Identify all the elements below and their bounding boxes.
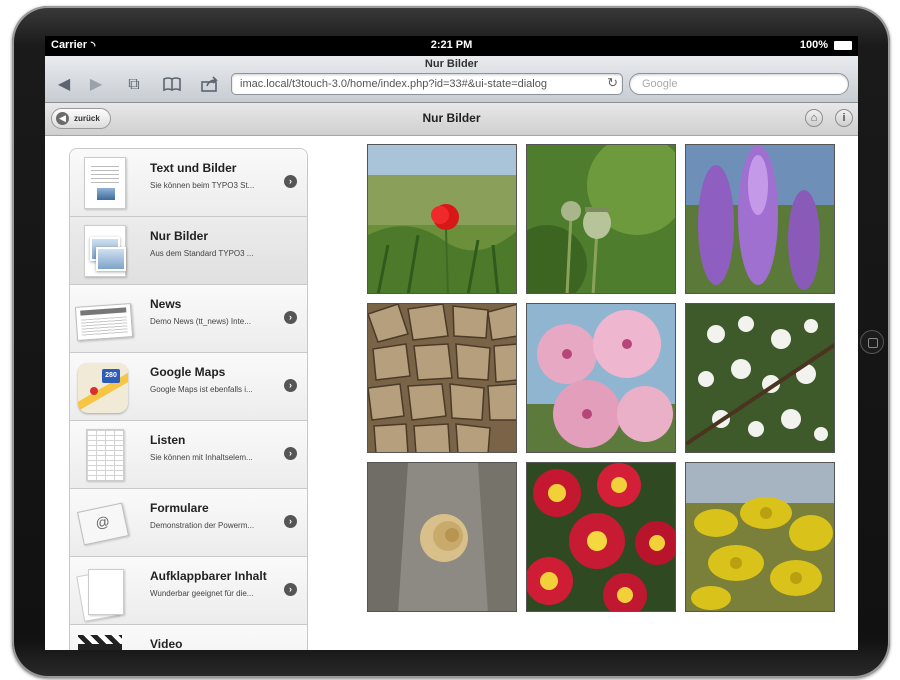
nav-item-title: Google Maps — [150, 365, 226, 379]
share-icon[interactable] — [199, 76, 221, 94]
browser-page-title: Nur Bilder — [424, 58, 479, 70]
nav-item-text-und-bilder[interactable]: Text und Bilder Sie können beim TYPO3 St… — [70, 149, 307, 217]
info-icon[interactable]: i — [835, 109, 853, 127]
nav-item-desc: Aus dem Standard TYPO3 ... — [150, 249, 254, 258]
browser-toolbar: Nur Bilder ◀ ▶ ⧉ imac.local/t3touch-3.0/… — [45, 56, 858, 103]
envelope-icon: @ — [74, 495, 132, 551]
chevron-right-icon: › — [284, 447, 297, 460]
chevron-right-icon: › — [284, 379, 297, 392]
pages-stack-icon — [74, 563, 132, 622]
status-bar: Carrier ◝ 2:21 PM 100% — [45, 36, 858, 56]
nav-item-title: News — [150, 297, 182, 311]
pages-icon[interactable]: ⧉ — [123, 76, 145, 94]
battery-percent: 100% — [799, 39, 828, 51]
maps-icon: 280 — [74, 359, 132, 415]
photo-white-blossoms[interactable] — [685, 303, 835, 453]
search-input[interactable]: Google — [629, 73, 849, 95]
reload-icon[interactable]: ↻ — [607, 75, 618, 91]
photo-red-poppy[interactable] — [367, 144, 517, 294]
photo-yellow-flowers[interactable] — [685, 462, 835, 612]
nav-item-google-maps[interactable]: 280 Google Maps Google Maps ist ebenfall… — [70, 353, 307, 421]
nav-item-desc: Sie können mit Inhaltselem... — [150, 453, 253, 462]
nav-item-nur-bilder[interactable]: Nur Bilder Aus dem Standard TYPO3 ... — [70, 217, 307, 285]
nav-item-title: Video — [150, 637, 183, 650]
nav-item-desc: Sie können beim TYPO3 St... — [150, 181, 255, 190]
status-time: 2:21 PM — [430, 39, 473, 51]
nav-item-aufklappbarer-inhalt[interactable]: Aufklappbarer Inhalt Wunderbar geeignet … — [70, 557, 307, 625]
search-placeholder: Google — [642, 78, 678, 90]
nav-item-listen[interactable]: Listen Sie können mit Inhaltselem... › — [70, 421, 307, 489]
images-icon — [74, 223, 132, 279]
nav-item-news[interactable]: News Demo News (tt_news) Inte... › — [70, 285, 307, 353]
chevron-right-icon: › — [284, 175, 297, 188]
screen: Carrier ◝ 2:21 PM 100% Nur Bilder ◀ ▶ ⧉ … — [45, 36, 858, 650]
nav-item-title: Nur Bilder — [150, 229, 209, 243]
photo-poppy-seeds[interactable] — [526, 144, 676, 294]
back-arrow-icon[interactable]: ◀ — [53, 76, 75, 94]
bookmarks-icon[interactable] — [161, 76, 183, 94]
ipad-home-button[interactable] — [860, 330, 884, 354]
nav-item-desc: Demonstration der Powerm... — [150, 521, 255, 530]
url-field[interactable]: imac.local/t3touch-3.0/home/index.php?id… — [231, 73, 623, 95]
nav-item-title: Listen — [150, 433, 186, 447]
chevron-right-icon: › — [284, 515, 297, 528]
page-title: Nur Bilder — [422, 111, 481, 125]
forward-arrow-icon[interactable]: ▶ — [85, 76, 107, 94]
nav-item-desc: Google Maps ist ebenfalls i... — [150, 385, 253, 394]
main-content: Text und Bilder Sie können beim TYPO3 St… — [45, 136, 858, 650]
nav-list: Text und Bilder Sie können beim TYPO3 St… — [69, 148, 308, 650]
photo-shingles[interactable] — [367, 303, 517, 453]
photo-lupins[interactable] — [685, 144, 835, 294]
photo-primroses[interactable] — [526, 462, 676, 612]
home-icon[interactable]: ⌂ — [805, 109, 823, 127]
maps-shield: 280 — [102, 369, 120, 383]
chevron-right-icon: › — [284, 311, 297, 324]
photo-cherry-blossoms[interactable] — [526, 303, 676, 453]
newspaper-icon — [74, 291, 134, 347]
nav-item-title: Text und Bilder — [150, 161, 237, 175]
chevron-right-icon: › — [284, 583, 297, 596]
clapperboard-icon — [74, 631, 132, 650]
app-header: ◀ zurück Nur Bilder ⌂ i — [45, 103, 858, 136]
text-image-icon — [74, 155, 132, 211]
nav-item-desc: Demo News (tt_news) Inte... — [150, 317, 251, 326]
nav-item-title: Formulare — [150, 501, 209, 515]
photo-snail-shell[interactable] — [367, 462, 517, 612]
battery-icon — [834, 41, 852, 50]
nav-item-desc: Wunderbar geeignet für die... — [150, 589, 254, 598]
url-text: imac.local/t3touch-3.0/home/index.php?id… — [240, 78, 547, 90]
list-icon — [74, 427, 132, 483]
nav-item-title: Aufklappbarer Inhalt — [150, 569, 267, 583]
nav-item-video[interactable]: Video — [70, 625, 307, 650]
nav-item-formulare[interactable]: @ Formulare Demonstration der Powerm... … — [70, 489, 307, 557]
